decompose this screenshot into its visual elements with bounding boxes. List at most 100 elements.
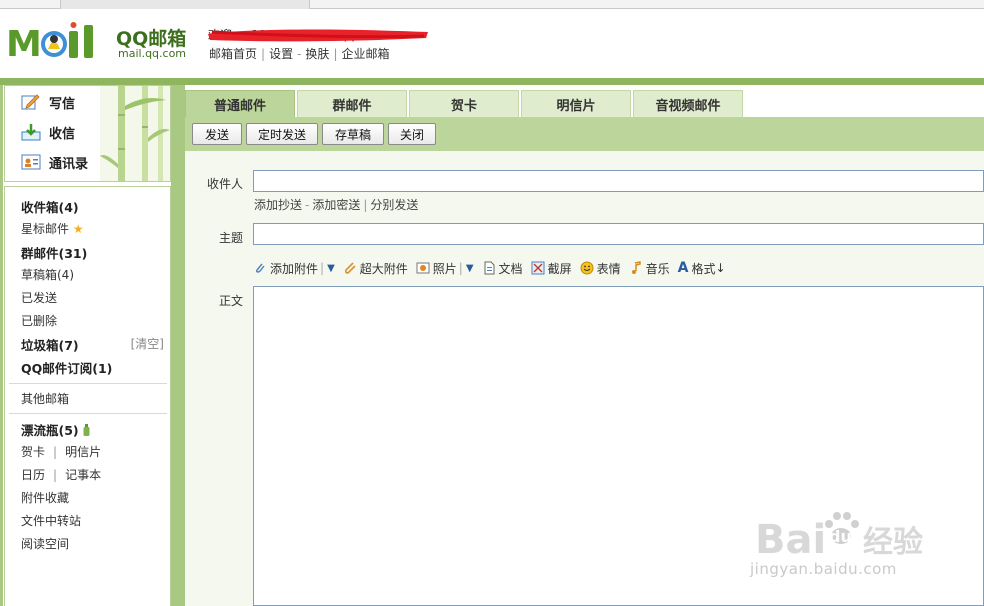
- chevron-down-icon[interactable]: ▼: [466, 263, 474, 274]
- separator: |: [458, 261, 463, 275]
- format-label: 格式: [691, 261, 716, 276]
- save-draft-button[interactable]: 存草稿: [322, 123, 384, 145]
- photo-tool[interactable]: 照片 | ▼: [416, 260, 474, 277]
- link-enterprise-mail[interactable]: 企业邮箱: [341, 47, 389, 61]
- attachment-toolbar: 添加附件 | ▼ 超大附件 照片 | ▼ 文档 截屏 表情 音乐 A 格式 ↓: [253, 258, 734, 278]
- to-label: 收件人: [207, 177, 244, 191]
- reading-space[interactable]: 阅读空间: [21, 535, 69, 552]
- logo-domain: mail.qq.com: [118, 47, 187, 60]
- top-links: 邮箱首页 | 设置 - 换肤 | 企业邮箱: [209, 45, 390, 62]
- star-icon: ★: [72, 222, 84, 236]
- close-button[interactable]: 关闭: [388, 123, 436, 145]
- folder-starred-label: 星标邮件: [21, 222, 70, 236]
- font-a-icon: A: [677, 260, 689, 276]
- smiley-icon: [580, 261, 594, 275]
- body-label: 正文: [219, 294, 244, 308]
- svg-text:Bai: Bai: [755, 517, 826, 560]
- link-calendar[interactable]: 日历: [21, 468, 45, 482]
- svg-text:经验: 经验: [863, 525, 923, 560]
- tab-av-mail[interactable]: 音视频邮件: [633, 90, 743, 117]
- separate-send-link[interactable]: 分别发送: [370, 198, 418, 212]
- svg-text:du: du: [829, 527, 852, 546]
- separator: -: [297, 47, 302, 61]
- music-note-icon: [631, 261, 641, 274]
- address-book-icon: [21, 154, 41, 170]
- large-attachment-tool[interactable]: 超大附件: [343, 260, 408, 277]
- folder-sent[interactable]: 已发送: [21, 289, 57, 306]
- link-settings[interactable]: 设置: [269, 47, 293, 61]
- separator: |: [320, 261, 325, 275]
- link-notepad[interactable]: 记事本: [65, 468, 101, 482]
- tab-group-mail[interactable]: 群邮件: [297, 90, 407, 117]
- send-button[interactable]: 发送: [192, 123, 242, 145]
- quick-receive[interactable]: 收信: [21, 119, 75, 145]
- quick-write[interactable]: 写信: [21, 89, 75, 115]
- drift-bottle[interactable]: 漂流瓶(5): [21, 420, 90, 439]
- folder-inbox[interactable]: 收件箱(4): [21, 197, 79, 216]
- music-label: 音乐: [645, 261, 670, 276]
- add-bcc-link[interactable]: 添加密送: [312, 198, 360, 212]
- divider: [9, 413, 167, 414]
- attachment-collection[interactable]: 附件收藏: [21, 489, 69, 506]
- separator: |: [363, 198, 368, 212]
- tab-greeting-card[interactable]: 贺卡: [409, 90, 519, 117]
- quick-write-label: 写信: [49, 96, 76, 112]
- link-greeting-card[interactable]: 贺卡: [21, 445, 45, 459]
- cards-row: 贺卡 | 明信片: [21, 443, 101, 460]
- screenshot-icon: [531, 261, 545, 275]
- document-tool[interactable]: 文档: [482, 260, 523, 277]
- link-mail-home[interactable]: 邮箱首页: [209, 47, 257, 61]
- other-mailbox[interactable]: 其他邮箱: [21, 390, 69, 407]
- paperclip-icon: [255, 263, 265, 273]
- header-band: [0, 78, 984, 85]
- folder-subscriptions[interactable]: QQ邮件订阅(1): [21, 358, 112, 377]
- link-change-skin[interactable]: 换肤: [305, 47, 329, 61]
- large-attachment-label: 超大附件: [359, 261, 408, 276]
- redaction-mark: [208, 29, 428, 42]
- watermark-url: jingyan.baidu.com: [750, 560, 897, 578]
- folder-list: 收件箱(4) 星标邮件 ★ 群邮件(31) 草稿箱(4) 已发送 已删除 垃圾箱…: [4, 186, 171, 606]
- mail-logo-icon[interactable]: M: [6, 22, 111, 62]
- add-attachment-tool[interactable]: 添加附件 | ▼: [253, 260, 335, 277]
- folder-spam[interactable]: 垃圾箱(7): [21, 335, 79, 354]
- folder-deleted[interactable]: 已删除: [21, 312, 57, 329]
- file-transfer-station[interactable]: 文件中转站: [21, 512, 81, 529]
- separator: |: [333, 47, 338, 61]
- baidu-jingyan-watermark-icon: Bai du 经验: [755, 512, 923, 560]
- drift-bottle-label: 漂流瓶(5): [21, 423, 79, 438]
- subject-input[interactable]: [253, 223, 984, 245]
- emoji-tool[interactable]: 表情: [580, 260, 621, 277]
- calendar-row: 日历 | 记事本: [21, 466, 101, 483]
- write-icon: [21, 94, 40, 110]
- separator: -: [305, 198, 310, 212]
- subject-label: 主题: [219, 231, 244, 245]
- scheduled-send-button[interactable]: 定时发送: [246, 123, 318, 145]
- folder-drafts[interactable]: 草稿箱(4): [21, 266, 74, 283]
- screenshot-tool[interactable]: 截屏: [531, 260, 572, 277]
- add-cc-link[interactable]: 添加抄送: [254, 198, 302, 212]
- chevron-down-icon[interactable]: ▼: [327, 263, 335, 274]
- quick-contacts[interactable]: 通讯录: [21, 149, 88, 175]
- separator: |: [53, 468, 58, 482]
- photo-icon: [416, 262, 430, 274]
- link-postcard[interactable]: 明信片: [65, 445, 101, 459]
- tab-normal-mail[interactable]: 普通邮件: [185, 90, 295, 118]
- folder-starred[interactable]: 星标邮件 ★: [21, 220, 84, 237]
- tab-postcard[interactable]: 明信片: [521, 90, 631, 117]
- spam-clear-link[interactable]: [清空]: [131, 335, 164, 352]
- to-input[interactable]: [253, 170, 984, 192]
- document-label: 文档: [498, 261, 523, 276]
- arrow-down-icon: ↓: [715, 261, 726, 275]
- large-paperclip-icon: [344, 262, 356, 274]
- frame-gutter: [171, 85, 179, 606]
- browser-tab[interactable]: [60, 0, 310, 9]
- folder-group[interactable]: 群邮件(31): [21, 243, 87, 262]
- music-tool[interactable]: 音乐: [629, 260, 670, 277]
- quick-actions-panel: 写信 收信 通讯录: [4, 85, 171, 182]
- separator: |: [53, 445, 58, 459]
- document-icon: [484, 261, 495, 275]
- emoji-label: 表情: [596, 261, 621, 276]
- format-tool[interactable]: A 格式 ↓: [678, 260, 726, 277]
- photo-label: 照片: [432, 261, 457, 276]
- screenshot-label: 截屏: [547, 261, 572, 276]
